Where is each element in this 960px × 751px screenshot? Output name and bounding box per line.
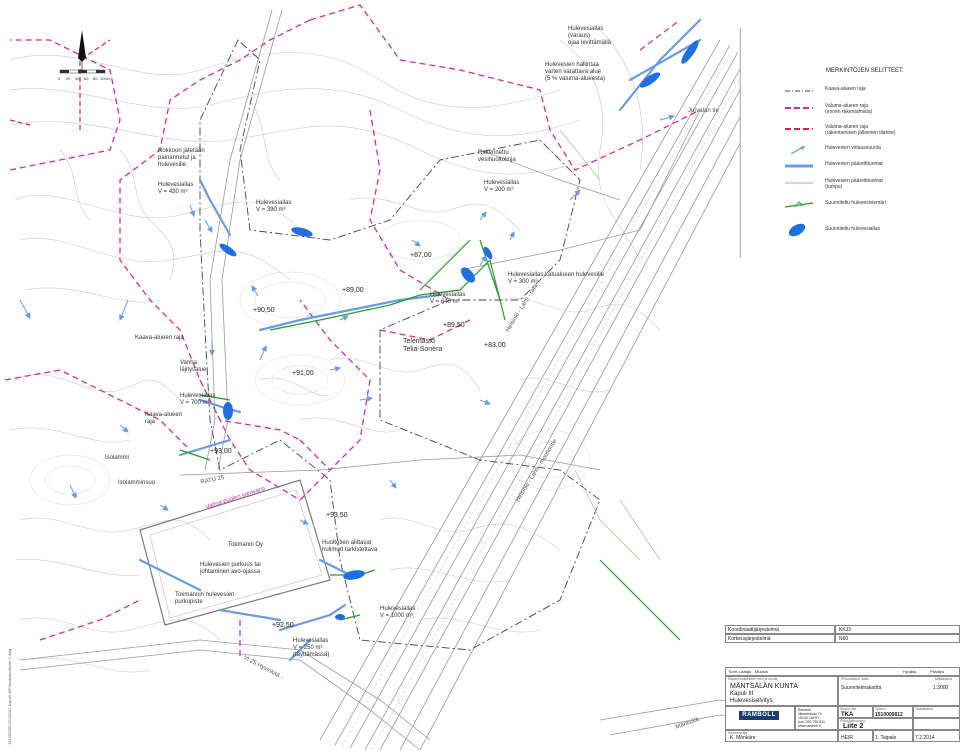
map-label: Isolammi [105, 455, 130, 461]
scale-tick: 20 [66, 76, 71, 81]
map-label: Huoltotien alittavat hulimurt tarkistett… [322, 540, 378, 553]
company-logo: RAMBOLL [739, 711, 779, 720]
elevation-label: +93,00 [210, 448, 232, 455]
elevation-label: +91,00 [292, 370, 314, 377]
legend-symbol [785, 107, 813, 109]
legend-symbol [785, 128, 813, 130]
map-label: Hulevesiallas V = 640 m³ [430, 292, 466, 305]
map-label: Tokmannin hulevesien purkupiste [175, 592, 235, 605]
scale-tick: 40 [75, 76, 80, 81]
title-block: Koordinaattijärjestelmä KKJ3 Korkeusjärj… [725, 625, 960, 751]
height-value: N60 [839, 636, 849, 642]
sewer-icon [785, 201, 813, 208]
drawn-label: Suunn.ala [840, 707, 856, 711]
legend-title: MERKINTÖJEN SELITTEET: [826, 68, 904, 74]
elevation-label: +83,00 [484, 342, 506, 349]
phase: 1. Taipale [875, 735, 897, 741]
scale-value: 1:3000 [933, 685, 949, 691]
map-label: Isolamminsuo [118, 480, 156, 486]
map-label: Hulevesiallas (varaus) ojaa levittämällä [568, 26, 612, 46]
client-name: MÄNTSÄLÄN KUNTA [730, 683, 798, 690]
map-label: Hulevesiallas V = 1000 m³ [380, 606, 416, 619]
checker-label: Tarkastanut [915, 707, 934, 711]
elevation-label: +89,50 [443, 322, 465, 329]
plan-type: Suunnitelmakartta [841, 685, 882, 691]
scale-tick: 0 [58, 76, 61, 81]
scale-bar [59, 69, 106, 74]
map-label: Hulevesiallas V = 700 m³ [180, 393, 216, 406]
elevation-label: +87,00 [410, 252, 432, 259]
checker: HEIR [841, 735, 853, 741]
map-label: Vanha läjitysalue [180, 360, 207, 373]
rev-header: Muutos [755, 669, 769, 674]
map-label: Telemasto Telia-Sonera [403, 338, 443, 353]
plan-type-label: Piirustuksen laatu [841, 677, 869, 681]
coord-label: Koordinaattijärjestelmä [728, 627, 779, 633]
scale-tick: 100m [100, 76, 111, 81]
client-label: Rakennuskohteen nimi ja osoite [728, 677, 778, 681]
elevation-label: +93,50 [326, 512, 348, 519]
elevation-label: +90,50 [253, 307, 275, 314]
legend-symbol [785, 164, 813, 168]
rev-header: Tunn. [728, 669, 739, 674]
project-name: Kapuli III [730, 691, 754, 697]
map-label: Rakennettu vesihuoltolinja [478, 150, 516, 163]
map-label: Hulevesien hallintaa varten varattava al… [545, 62, 606, 82]
legend-symbol [785, 182, 813, 184]
map-label: Hulevesiallas V = 250 m³ (täyttämässä) [293, 638, 330, 658]
rev-header: Päiväys [930, 669, 945, 674]
map-label: Kaava-alueen raja [145, 412, 183, 425]
map-label: Hulevesiallas V = 200 m³ [484, 180, 520, 193]
legend-symbol [785, 90, 813, 92]
height-label: Korkeusjärjestelmä [728, 636, 771, 642]
coord-value: KKJ3 [839, 627, 851, 633]
map-sheet: 0 20 40 60 80 100m Jurvalan tie Helsinki… [0, 0, 960, 751]
map-label: Tokmanni Oy [228, 542, 264, 548]
rev-header: Hyväks. [903, 669, 918, 674]
map-label: Kaava-alueen raja [135, 335, 184, 341]
file-path: 1510009812/CAD/02 Kapuli III/Piirustukse… [7, 648, 12, 745]
map-label: Hulevesiallas katualueen hulevesille V =… [508, 272, 605, 285]
drawn-value: TKA [841, 712, 854, 718]
date: 7.2.2014 [915, 735, 935, 741]
map-label: Hulevesiallas V = 390 m³ [256, 200, 292, 213]
rev-header: Laatija [739, 669, 751, 674]
company-address: Ramboll Niemenkatu 73 15140 LAHTI puh. 0… [798, 708, 825, 728]
designer: K. Mönkäre [730, 735, 756, 741]
flow-arrow-icon [790, 146, 806, 154]
elevation-label: +92,50 [272, 622, 294, 629]
elevation-label: +89,00 [342, 287, 364, 294]
map-label: Nokkoon jätetään painannetut ja hulevesi… [158, 148, 205, 168]
job-value: 1510009812 [875, 712, 903, 718]
job-label: Työnro [875, 707, 886, 711]
subject: Hulevesiselvitys [730, 698, 773, 704]
scale-label: Mittakaava [935, 677, 952, 681]
map-label: Hulevesiallas V = 430 m³ [158, 182, 194, 195]
map-label: Hulevesien purkuus tai johtaminen avo-oj… [200, 562, 261, 575]
pond-icon [788, 223, 806, 237]
scale-tick: 60 [84, 76, 89, 81]
legend: MERKINTÖJEN SELITTEET: Kaava-alueen raja… [740, 28, 960, 258]
scale-tick: 80 [93, 76, 98, 81]
drawing-no: Liite 2 [843, 723, 864, 730]
street-label: Jurvalan tie [688, 108, 719, 114]
